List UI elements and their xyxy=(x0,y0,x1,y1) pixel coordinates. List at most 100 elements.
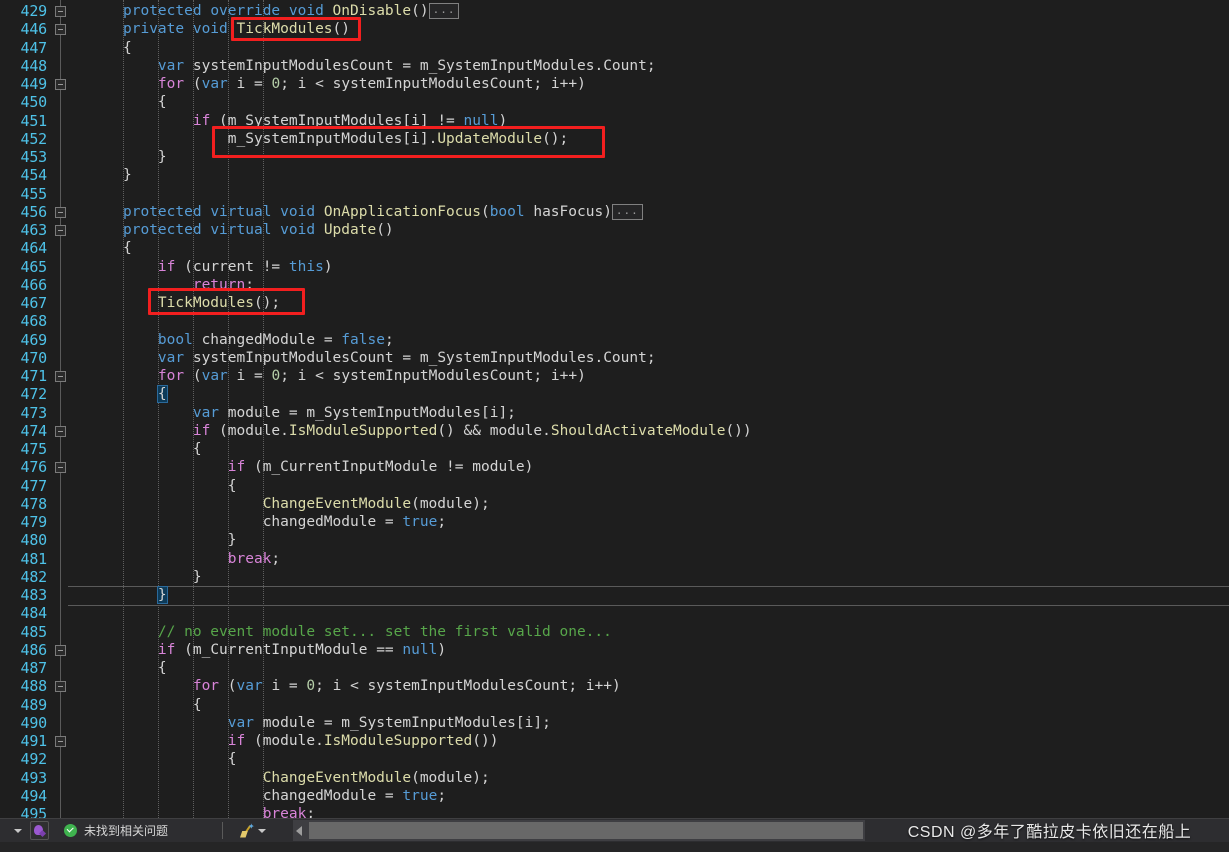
code-line[interactable]: 464 { xyxy=(0,239,1229,257)
fold-toggle-icon[interactable] xyxy=(55,24,66,36)
code-text[interactable]: if (module.IsModuleSupported() && module… xyxy=(123,422,752,440)
code-line[interactable]: 492 { xyxy=(0,750,1229,768)
code-text[interactable]: protected virtual void Update() xyxy=(123,221,394,239)
code-line[interactable]: 455 xyxy=(0,185,1229,203)
fold-toggle-icon[interactable] xyxy=(55,225,66,236)
code-text[interactable]: var module = m_SystemInputModules[i]; xyxy=(123,714,551,732)
fold-toggle-icon[interactable] xyxy=(55,206,66,218)
code-text[interactable]: ChangeEventModule(module); xyxy=(123,769,490,787)
code-line[interactable]: 472 { xyxy=(0,385,1229,404)
code-line[interactable]: 476 if (m_CurrentInputModule != module) xyxy=(0,458,1229,476)
code-text[interactable]: if (m_SystemInputModules[i] != null) xyxy=(123,112,507,130)
code-line[interactable]: 486 if (m_CurrentInputModule == null) xyxy=(0,641,1229,659)
code-text[interactable]: { xyxy=(123,239,132,257)
code-text[interactable]: TickModules(); xyxy=(123,294,280,312)
code-line[interactable]: 481 break; xyxy=(0,550,1229,568)
code-cleanup-button[interactable]: ✦ xyxy=(238,819,266,842)
code-text[interactable]: private void TickModules() xyxy=(123,20,350,38)
code-line[interactable]: 470 var systemInputModulesCount = m_Syst… xyxy=(0,349,1229,367)
code-text[interactable]: for (var i = 0; i < systemInputModulesCo… xyxy=(123,75,586,93)
code-text[interactable]: if (m_CurrentInputModule != module) xyxy=(123,458,534,476)
code-text[interactable]: break; xyxy=(123,805,315,818)
member-scope-button[interactable] xyxy=(30,819,49,842)
code-text[interactable]: return; xyxy=(123,276,254,294)
code-line[interactable]: 452 m_SystemInputModules[i].UpdateModule… xyxy=(0,130,1229,148)
code-line[interactable]: 473 var module = m_SystemInputModules[i]… xyxy=(0,404,1229,422)
code-text[interactable]: } xyxy=(123,568,202,586)
code-text[interactable]: for (var i = 0; i < systemInputModulesCo… xyxy=(123,367,586,385)
fold-toggle-icon[interactable] xyxy=(55,79,66,90)
code-text[interactable]: { xyxy=(123,39,132,57)
code-line[interactable]: 456 protected virtual void OnApplicationF… xyxy=(0,203,1229,221)
code-text[interactable]: { xyxy=(123,440,202,458)
code-line[interactable]: 466 return; xyxy=(0,276,1229,294)
problems-indicator[interactable]: 未找到相关问题 xyxy=(64,819,168,842)
fold-toggle-icon[interactable] xyxy=(55,644,66,656)
code-line[interactable]: 429 protected override void OnDisable()..… xyxy=(0,2,1229,20)
code-text[interactable]: bool changedModule = false; xyxy=(123,331,394,349)
horizontal-scrollbar[interactable] xyxy=(293,820,865,841)
code-text[interactable]: } xyxy=(123,166,132,184)
code-line[interactable]: 471 for (var i = 0; i < systemInputModul… xyxy=(0,367,1229,385)
code-text[interactable]: ChangeEventModule(module); xyxy=(123,495,490,513)
scrollbar-thumb[interactable] xyxy=(309,822,863,839)
code-line[interactable]: 478 ChangeEventModule(module); xyxy=(0,495,1229,513)
code-line[interactable]: 469 bool changedModule = false; xyxy=(0,331,1229,349)
code-line[interactable]: 488 for (var i = 0; i < systemInputModul… xyxy=(0,677,1229,695)
code-line[interactable]: 493 ChangeEventModule(module); xyxy=(0,769,1229,787)
code-line[interactable]: 494 changedModule = true; xyxy=(0,787,1229,805)
code-line[interactable]: 482 } xyxy=(0,568,1229,586)
code-text[interactable]: protected override void OnDisable()... xyxy=(123,2,460,20)
code-text[interactable]: m_SystemInputModules[i].UpdateModule(); xyxy=(123,130,569,148)
fold-toggle-icon[interactable] xyxy=(55,6,66,17)
code-line[interactable]: 477 { xyxy=(0,477,1229,495)
member-dropdown[interactable] xyxy=(14,819,22,842)
fold-toggle-icon[interactable] xyxy=(55,736,66,747)
fold-toggle-icon[interactable] xyxy=(55,425,66,437)
code-text[interactable]: for (var i = 0; i < systemInputModulesCo… xyxy=(123,677,621,695)
code-line[interactable]: 489 { xyxy=(0,696,1229,714)
code-text[interactable]: var module = m_SystemInputModules[i]; xyxy=(123,404,516,422)
code-text[interactable]: var systemInputModulesCount = m_SystemIn… xyxy=(123,349,656,367)
code-line[interactable]: 468 xyxy=(0,312,1229,330)
code-line[interactable]: 491 if (module.IsModuleSupported()) xyxy=(0,732,1229,750)
code-text[interactable]: { xyxy=(123,385,168,404)
code-line[interactable]: 495 break; xyxy=(0,805,1229,818)
code-line[interactable]: 479 changedModule = true; xyxy=(0,513,1229,531)
code-text[interactable]: } xyxy=(123,586,168,604)
code-line[interactable]: 448 var systemInputModulesCount = m_Syst… xyxy=(0,57,1229,75)
code-text[interactable]: { xyxy=(123,93,167,111)
code-text[interactable]: changedModule = true; xyxy=(123,787,446,805)
code-line[interactable]: 454} xyxy=(0,166,1229,184)
code-line[interactable]: 485 // no event module set... set the fi… xyxy=(0,623,1229,641)
code-text[interactable]: } xyxy=(123,148,167,166)
code-line[interactable]: 450 { xyxy=(0,93,1229,111)
scroll-left-arrow-icon[interactable] xyxy=(296,826,302,836)
code-text[interactable]: var systemInputModulesCount = m_SystemIn… xyxy=(123,57,656,75)
code-line[interactable]: 463 protected virtual void Update() xyxy=(0,221,1229,239)
code-line[interactable]: 453 } xyxy=(0,148,1229,166)
code-line[interactable]: 475 { xyxy=(0,440,1229,458)
code-line[interactable]: 465 if (current != this) xyxy=(0,258,1229,276)
code-line[interactable]: 449 for (var i = 0; i < systemInputModul… xyxy=(0,75,1229,93)
code-line[interactable]: 487 { xyxy=(0,659,1229,677)
code-text[interactable]: break; xyxy=(123,550,280,568)
fold-toggle-icon[interactable] xyxy=(55,371,66,382)
code-line[interactable]: 484 xyxy=(0,604,1229,622)
code-line[interactable]: 480 } xyxy=(0,531,1229,549)
code-line[interactable]: 483 } xyxy=(0,586,1229,606)
code-editor[interactable]: 429 protected override void OnDisable()..… xyxy=(0,0,1229,818)
code-text[interactable]: { xyxy=(123,659,167,677)
code-text[interactable]: { xyxy=(123,750,237,768)
code-line[interactable]: 451 if (m_SystemInputModules[i] != null) xyxy=(0,112,1229,130)
code-line[interactable]: 446 private void TickModules() xyxy=(0,20,1229,38)
code-text[interactable]: // no event module set... set the first … xyxy=(123,623,612,641)
code-text[interactable]: changedModule = true; xyxy=(123,513,446,531)
code-line[interactable]: 474 if (module.IsModuleSupported() && mo… xyxy=(0,422,1229,440)
fold-toggle-icon[interactable] xyxy=(55,681,66,693)
code-text[interactable]: if (m_CurrentInputModule == null) xyxy=(123,641,446,659)
code-text[interactable]: if (module.IsModuleSupported()) xyxy=(123,732,499,750)
code-text[interactable]: protected virtual void OnApplicationFocu… xyxy=(123,203,643,221)
fold-toggle-icon[interactable] xyxy=(55,462,66,474)
code-line[interactable]: 467 TickModules(); xyxy=(0,294,1229,312)
